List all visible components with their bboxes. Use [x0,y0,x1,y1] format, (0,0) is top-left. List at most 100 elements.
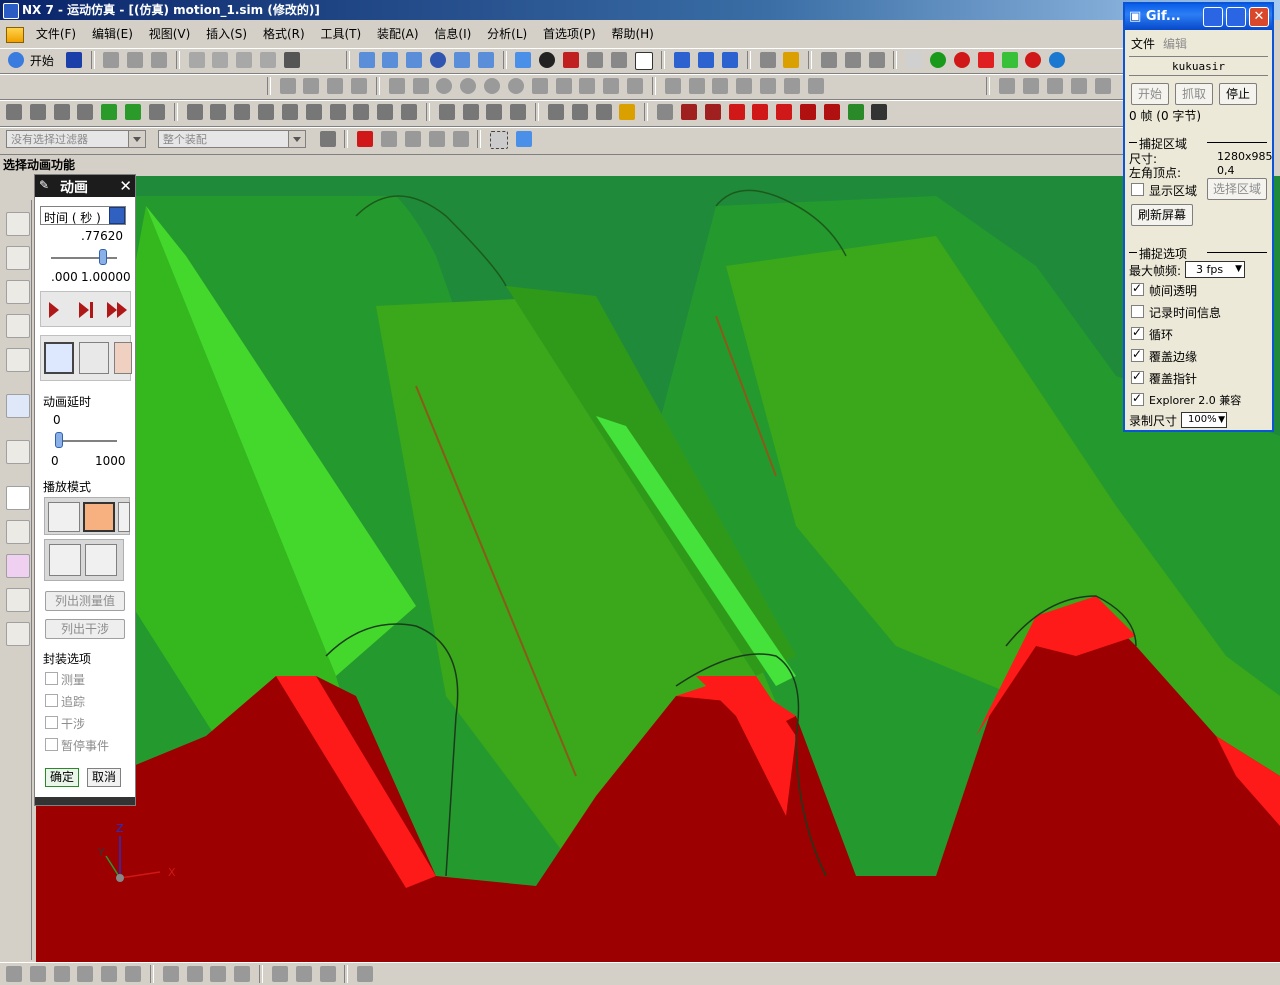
bottom-tool-4-icon[interactable] [77,966,94,982]
snap-point-icon[interactable] [357,131,374,147]
constraint-icon[interactable] [6,246,30,270]
select-icon[interactable] [6,104,22,120]
export-icon[interactable] [114,342,132,374]
anim-halt-icon[interactable] [823,104,840,120]
pointer-checkbox[interactable] [1131,369,1144,384]
chevron-down-icon[interactable]: ▼ [1218,413,1225,427]
gif-menu-edit[interactable]: 编辑 [1163,35,1187,52]
solver2-icon[interactable] [462,104,479,120]
flag-icon[interactable] [281,104,298,120]
step-forward-icon[interactable] [79,302,89,318]
snapshot-icon[interactable] [79,342,109,374]
point-icon[interactable] [484,78,501,94]
menu-analysis[interactable]: 分析(L) [481,22,533,46]
maximize-icon[interactable] [1226,7,1246,27]
assembly-combo[interactable]: 整个装配 [157,130,306,148]
circle-icon[interactable] [436,78,453,94]
menu-info[interactable]: 信息(I) [428,22,477,46]
ok-button[interactable]: 确定 [45,768,79,787]
menu-format[interactable]: 格式(R) [257,22,311,46]
cut-icon[interactable] [103,52,120,68]
section-icon[interactable] [563,52,580,68]
motion3-icon[interactable] [721,52,738,68]
time-info-checkbox[interactable] [1131,305,1144,318]
color-icon[interactable] [6,554,30,578]
chevron-down-icon[interactable] [109,207,125,224]
ping-pong-icon[interactable] [118,502,130,532]
trim5-icon[interactable] [760,78,777,94]
snap-point5-icon[interactable] [452,131,469,147]
refresh-screen-button[interactable]: 刷新屏幕 [1131,204,1193,226]
edit-curve-icon[interactable] [999,78,1016,94]
menu-assembly[interactable]: 装配(A) [371,22,425,46]
trim-icon[interactable] [664,78,681,94]
anim-loop-icon[interactable] [847,104,864,120]
transparent-checkbox[interactable] [1131,281,1144,296]
bridge-icon[interactable] [555,78,572,94]
trim3-icon[interactable] [712,78,729,94]
body2-icon[interactable] [77,104,94,120]
list-icon[interactable] [6,520,30,544]
image-icon[interactable] [6,622,30,646]
bottom-tool-1-icon[interactable] [6,966,22,982]
bushing-icon[interactable] [1049,52,1066,68]
rect-icon[interactable] [412,78,429,94]
trim2-icon[interactable] [688,78,705,94]
bottom-tool-13-icon[interactable] [319,966,336,982]
pin-icon[interactable]: ✎ [39,178,49,192]
filter-combo[interactable]: 没有选择过滤器 [6,130,146,148]
refresh-icon[interactable] [148,104,165,120]
hide-icon[interactable] [586,52,603,68]
explorer-checkbox[interactable] [1131,391,1144,406]
spring-icon[interactable] [1025,52,1042,68]
record-size-select[interactable]: 100% ▼ [1181,412,1227,428]
wave-icon[interactable] [579,78,596,94]
show-area-checkbox[interactable] [1131,183,1144,196]
graphics-viewport[interactable]: X Z Y [36,176,1280,962]
bottom-tool-2-icon[interactable] [29,966,46,982]
anim-flag-icon[interactable] [871,104,888,120]
delay-slider-track[interactable] [55,440,117,442]
close-icon[interactable]: ✕ [1249,7,1269,27]
bottom-tool-11-icon[interactable] [271,966,288,982]
bottom-tool-12-icon[interactable] [295,966,312,982]
rectangle-select-icon[interactable] [490,131,509,149]
web-icon[interactable] [6,394,30,418]
trim4-icon[interactable] [736,78,753,94]
roles-icon[interactable] [6,588,30,612]
anim-next-icon[interactable] [752,104,769,120]
snap-point3-icon[interactable] [404,131,421,147]
snap-icon[interactable] [260,52,277,68]
spline-icon[interactable] [351,78,368,94]
menu-help[interactable]: 帮助(H) [605,22,659,46]
loop-icon[interactable] [83,502,115,532]
anim-play-icon[interactable] [728,104,745,120]
plane-icon[interactable] [844,52,861,68]
green-gear-icon[interactable] [930,52,947,68]
grid-icon[interactable] [821,52,837,68]
trim7-icon[interactable] [807,78,824,94]
result2-icon[interactable] [571,104,588,120]
offset-icon[interactable] [531,78,548,94]
history-icon[interactable] [6,314,30,338]
text-icon[interactable] [603,78,620,94]
bottom-tool-5-icon[interactable] [101,966,118,982]
gif-capture-button[interactable]: 抓取 [1175,83,1213,105]
edit-curve3-icon[interactable] [1046,78,1063,94]
edit-curve5-icon[interactable] [1094,78,1111,94]
red-gear-icon[interactable] [953,52,970,68]
menu-file[interactable]: 文件(F) [30,22,82,46]
curve-icon[interactable] [388,78,405,94]
body-icon[interactable] [53,104,70,120]
navigator-icon[interactable] [6,212,30,236]
connector2-icon[interactable] [353,104,370,120]
bottom-tool-9-icon[interactable] [210,966,227,982]
animation-record-icon[interactable] [44,342,74,374]
edit-curve2-icon[interactable] [1023,78,1040,94]
arrow-right-icon[interactable] [125,104,142,120]
solver4-icon[interactable] [510,104,527,120]
undo-icon[interactable] [188,52,205,68]
max-fps-select[interactable]: 3 fps ▼ [1185,261,1245,278]
measure-checkbox[interactable] [45,672,58,685]
menu-insert[interactable]: 插入(S) [200,22,253,46]
